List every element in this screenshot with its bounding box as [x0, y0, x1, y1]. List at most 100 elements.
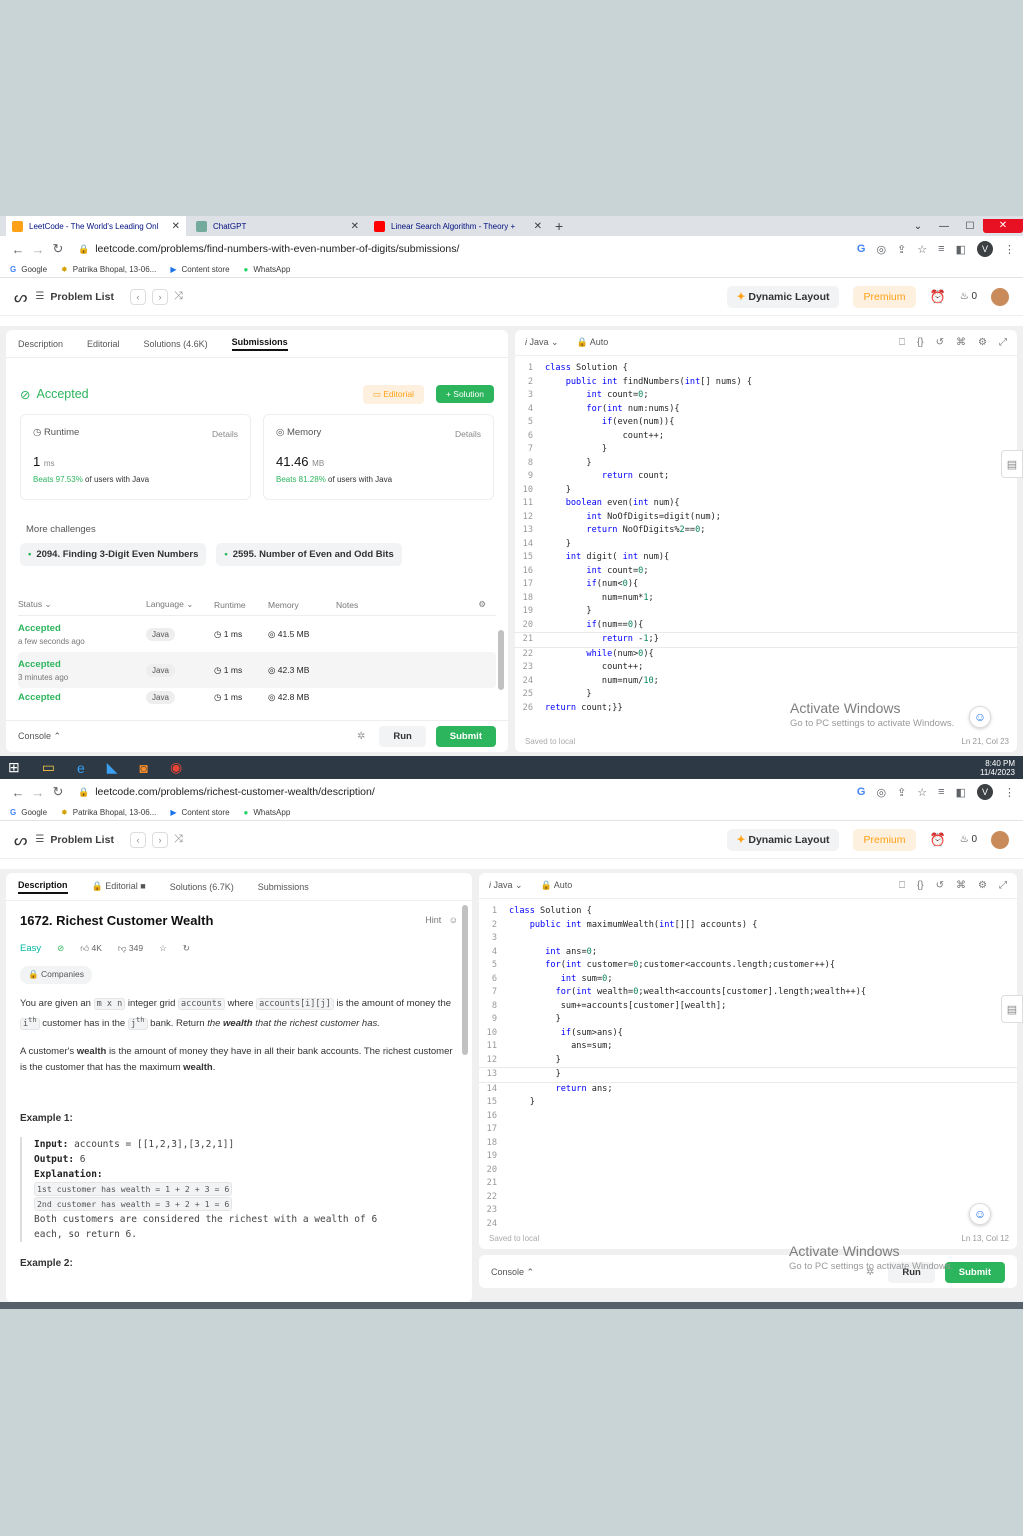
code-line[interactable]: 2 public int maximumWealth(int[][] accou… [479, 919, 1017, 933]
code-line[interactable]: 24 [479, 1218, 1017, 1232]
code-line[interactable]: 19 } [515, 605, 1017, 619]
tab-search-icon[interactable]: ⌄ [905, 221, 931, 232]
code-line[interactable]: 17 [479, 1123, 1017, 1137]
menu-icon[interactable]: ⋮ [1004, 243, 1015, 256]
minimize-button[interactable]: — [931, 221, 957, 232]
bookmark-content-store[interactable]: ▶ Content store [170, 808, 229, 817]
google-icon[interactable]: G [857, 786, 866, 798]
command-icon[interactable]: ⌘ [956, 337, 966, 348]
auto-mode[interactable]: 🔒 Auto [541, 880, 573, 891]
chat-icon[interactable]: ☺ [969, 1203, 991, 1225]
code-line[interactable]: 1 class Solution { [515, 362, 1017, 376]
code-area[interactable]: 1 class Solution {2 public int maximumWea… [479, 899, 1017, 1231]
code-line[interactable]: 20 if(num==0){ [515, 619, 1017, 633]
tab-description[interactable]: Description [18, 339, 63, 349]
code-line[interactable]: 18 num=num*1; [515, 592, 1017, 606]
user-avatar[interactable] [991, 830, 1009, 849]
code-line[interactable]: 4 for(int num:nums){ [515, 403, 1017, 417]
code-line[interactable]: 8 sum+=accounts[customer][wealth]; [479, 1000, 1017, 1014]
star-icon[interactable]: ☆ [917, 243, 927, 256]
code-line[interactable]: 11 boolean even(int num){ [515, 497, 1017, 511]
profile-avatar[interactable]: V [977, 241, 993, 257]
table-row[interactable]: Accepted Java ◷ 1 ms ◎ 42.8 MB [18, 688, 496, 712]
post-solution-button[interactable]: + Solution [435, 385, 494, 403]
code-line[interactable]: 6 int sum=0; [479, 973, 1017, 987]
code-line[interactable]: 7 } [515, 443, 1017, 457]
tab-description[interactable]: Description [18, 880, 68, 894]
browser-tab-leetcode[interactable]: LeetCode - The World's Leading Onl ✕ [6, 216, 186, 236]
code-line[interactable]: 12 int NoOfDigits=digit(num); [515, 511, 1017, 525]
code-line[interactable]: 3 int count=0; [515, 389, 1017, 403]
code-line[interactable]: 5 if(even(num)){ [515, 416, 1017, 430]
code-line[interactable]: 15 } [479, 1096, 1017, 1110]
streak-counter[interactable]: ♨ 0 [960, 834, 977, 845]
premium-button[interactable]: Premium [853, 828, 916, 851]
back-icon[interactable]: ← [8, 242, 28, 257]
code-line[interactable]: 22 while(num>0){ [515, 648, 1017, 662]
tab-submissions[interactable]: Submissions [231, 337, 288, 351]
user-avatar[interactable] [991, 287, 1009, 306]
submit-button[interactable]: Submit [944, 1261, 1005, 1283]
prev-problem-button[interactable]: ‹ [129, 288, 146, 305]
code-area[interactable]: 1 class Solution {2 public int findNumber… [515, 356, 1017, 715]
edge-icon[interactable]: e [77, 760, 85, 776]
code-line[interactable]: 17 if(num<0){ [515, 578, 1017, 592]
expand-icon[interactable]: ⤢ [999, 337, 1007, 348]
windows-start-icon[interactable]: ⊞ [8, 759, 20, 776]
code-line[interactable]: 21 return -1;} [515, 632, 1017, 648]
reload-icon[interactable]: ↻ [48, 784, 68, 800]
bookmark-whatsapp[interactable]: ● WhatsApp [244, 265, 291, 274]
bookmark-patrika[interactable]: ✸ Patrika Bhopal, 13-06... [61, 265, 156, 274]
code-line[interactable]: 10 } [515, 484, 1017, 498]
code-line[interactable]: 7 for(int wealth=0;wealth<accounts[custo… [479, 986, 1017, 1000]
share-icon[interactable]: ⇪ [897, 786, 906, 799]
shuffle-icon[interactable]: ⤨ [174, 833, 183, 846]
code-line[interactable]: 8 } [515, 457, 1017, 471]
side-panel-icon[interactable]: ◧ [956, 786, 966, 799]
code-line[interactable]: 16 int count=0; [515, 565, 1017, 579]
auto-mode[interactable]: 🔒 Auto [577, 337, 609, 348]
tab-solutions[interactable]: Solutions (6.7K) [170, 882, 234, 892]
close-window-button[interactable]: ✕ [983, 219, 1023, 233]
hint-button[interactable]: Hint ☺ [425, 913, 458, 929]
language-select[interactable]: i Java ⌄ [525, 337, 559, 348]
language-column[interactable]: Language ⌄ [146, 599, 214, 610]
tab-solutions[interactable]: Solutions (4.6K) [144, 339, 208, 349]
forward-icon[interactable]: → [28, 785, 48, 800]
vscode-icon[interactable]: ◣ [107, 759, 118, 776]
code-line[interactable]: 24 num=num/10; [515, 675, 1017, 689]
leetcode-logo-icon[interactable]: ᔕ [14, 288, 27, 306]
code-line[interactable]: 14 return ans; [479, 1083, 1017, 1097]
companies-tag[interactable]: 🔒 Companies [20, 966, 92, 984]
eye-off-icon[interactable]: ◎ [876, 243, 886, 256]
reading-list-icon[interactable]: ≡ [938, 786, 944, 798]
dynamic-layout-button[interactable]: ✦ Dynamic Layout [726, 285, 840, 308]
file-explorer-icon[interactable]: ▭ [42, 759, 55, 776]
reset-icon[interactable]: ↺ [936, 880, 944, 891]
maximize-button[interactable]: ☐ [957, 221, 983, 232]
code-line[interactable]: 3 [479, 932, 1017, 946]
dislike-button[interactable]: 👎︎ 349 [118, 941, 143, 957]
profile-avatar[interactable]: V [977, 784, 993, 800]
tab-editorial[interactable]: Editorial [87, 339, 120, 349]
code-line[interactable]: 12 } [479, 1054, 1017, 1068]
url-field[interactable]: 🔒 leetcode.com/problems/richest-customer… [78, 786, 857, 798]
runtime-card[interactable]: ◷ Runtime Details 1 ms Beats 97.53% of u… [20, 414, 251, 500]
code-line[interactable]: 9 } [479, 1013, 1017, 1027]
new-tab-button[interactable]: + [555, 218, 563, 234]
braces-icon[interactable]: {} [917, 337, 924, 348]
code-line[interactable]: 10 if(sum>ans){ [479, 1027, 1017, 1041]
bookmark-patrika[interactable]: ✸ Patrika Bhopal, 13-06... [61, 808, 156, 817]
alarm-clock-icon[interactable]: ⏰ [930, 289, 946, 305]
problem-list-link[interactable]: Problem List [50, 291, 114, 303]
bookmark-google[interactable]: G Google [10, 265, 47, 274]
reading-list-icon[interactable]: ≡ [938, 243, 944, 255]
bookmark-icon[interactable]: ⎕ [899, 880, 905, 891]
braces-icon[interactable]: {} [917, 880, 924, 891]
code-line[interactable]: 14 } [515, 538, 1017, 552]
code-line[interactable]: 6 count++; [515, 430, 1017, 444]
memory-card[interactable]: ◎ Memory Details 41.46 MB Beats 81.28% o… [263, 414, 494, 500]
challenge-chip[interactable]: 2595. Number of Even and Odd Bits [216, 543, 402, 566]
settings-gear-icon[interactable]: ⚙ [478, 599, 486, 610]
close-tab-icon[interactable]: ✕ [172, 221, 180, 232]
